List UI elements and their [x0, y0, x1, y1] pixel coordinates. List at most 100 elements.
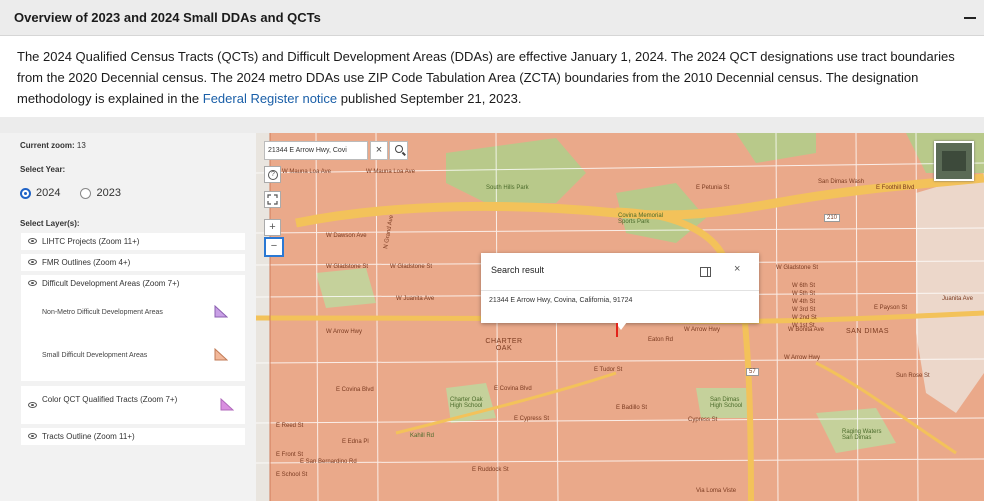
close-icon[interactable]: × [734, 263, 740, 275]
map-label: Kahill Rd [410, 433, 435, 439]
zoom-in-button[interactable]: + [264, 219, 281, 236]
map-label: South Hills Park [486, 185, 529, 191]
layer-qct-label: Color QCT Qualified Tracts (Zoom 7+) [42, 395, 178, 404]
intro-text-end: published September 21, 2023. [340, 91, 522, 106]
basemap-toggle-button[interactable] [934, 141, 974, 181]
separator-band [0, 117, 984, 133]
help-button[interactable]: ? [264, 166, 281, 183]
map-label: W 4th St [792, 299, 816, 305]
popup-title: Search result [491, 265, 545, 275]
map-label: Charter Oak High School [450, 397, 483, 409]
map-label: W Arrow Hwy [784, 355, 820, 361]
map-label: E Ruddock St [472, 467, 509, 473]
map-label: W Mauna Loa Ave [366, 169, 415, 175]
layer-lihtc[interactable]: LIHTC Projects (Zoom 11+) [21, 233, 245, 250]
clear-search-button[interactable]: × [370, 141, 388, 160]
small-dda-swatch [214, 348, 228, 361]
federal-register-link[interactable]: Federal Register notice [203, 91, 337, 106]
nonmetro-dda-swatch [214, 305, 228, 318]
location-pin-icon [616, 323, 618, 337]
highway-shield-210: 210 [824, 214, 841, 222]
select-layers-label: Select Layer(s): [20, 219, 80, 228]
map-label: SAN DIMAS [846, 328, 890, 335]
legend-small-dda-label: Small Difficult Development Areas [42, 352, 148, 359]
map-label: W Dawson Ave [326, 233, 367, 239]
collapse-icon[interactable] [962, 6, 978, 26]
map-label: E Tudor St [594, 367, 623, 373]
eye-icon[interactable] [28, 433, 37, 439]
map-label: E Foothill Blvd [876, 185, 915, 191]
question-icon: ? [268, 170, 278, 180]
map-label: E Badillo St [616, 405, 648, 411]
layer-dda[interactable]: Difficult Development Areas (Zoom 7+) No… [21, 275, 245, 381]
eye-icon[interactable] [28, 280, 37, 286]
intro-paragraph: The 2024 Qualified Census Tracts (QCTs) … [17, 46, 972, 109]
section-header: Overview of 2023 and 2024 Small DDAs and… [0, 0, 984, 36]
map-label: E Payson St [874, 305, 908, 311]
map-label: E School St [276, 472, 308, 478]
map-label: W Mauna Loa Ave [282, 169, 331, 175]
map-label: W 3rd St [792, 307, 816, 313]
year-2024-radio[interactable] [20, 187, 31, 199]
map-label: E Front St [276, 452, 304, 458]
select-year-label: Select Year: [20, 165, 66, 174]
map-label: W Gladstone St [390, 264, 433, 270]
layer-qct[interactable]: Color QCT Qualified Tracts (Zoom 7+) [21, 386, 245, 424]
dock-icon[interactable] [700, 267, 711, 277]
year-radio-group: 2024 2023 [20, 185, 141, 201]
map-label: E Edna Pl [342, 439, 369, 445]
highway-shield-57: 57 [746, 368, 759, 376]
map-label: Juanita Ave [942, 296, 973, 302]
layer-fmr[interactable]: FMR Outlines (Zoom 4+) [21, 254, 245, 271]
fullscreen-button[interactable] [264, 191, 281, 208]
map-label: W Arrow Hwy [684, 327, 720, 333]
current-zoom-label: Current zoom: [20, 141, 75, 150]
layer-control-panel: Current zoom: 13 Select Year: 2024 2023 … [0, 133, 256, 501]
map-label: E Cypress St [514, 416, 550, 422]
address-search-input[interactable]: 21344 E Arrow Hwy, Covi [264, 141, 368, 160]
map-label: Sun Rose St [896, 373, 930, 379]
eye-icon[interactable] [28, 402, 37, 408]
map-view[interactable]: W Mauna Loa Ave W Mauna Loa Ave South Hi… [256, 133, 984, 501]
map-label: E San Bernardino Rd [300, 459, 357, 465]
search-button[interactable] [389, 141, 408, 160]
search-result-popup: Search result × 21344 E Arrow Hwy, Covin… [481, 253, 759, 330]
map-label: E Petunia St [696, 185, 730, 191]
map-label: W Gladstone St [326, 264, 369, 270]
map-label: Raging Waters San Dimas [842, 429, 882, 441]
year-2023-label[interactable]: 2023 [96, 187, 120, 199]
map-label: Covina Memorial Sports Park [618, 213, 664, 225]
map-label: W 5th St [792, 291, 816, 297]
map-label: E Reed St [276, 423, 304, 429]
layer-fmr-label: FMR Outlines (Zoom 4+) [42, 258, 131, 267]
map-label: Via Loma Viste [696, 488, 737, 494]
zoom-out-button[interactable]: − [264, 237, 284, 257]
year-2023-radio[interactable] [80, 187, 92, 199]
map-label: E Covina Blvd [494, 386, 532, 392]
map-label: San Dimas Wash [818, 179, 865, 185]
eye-icon[interactable] [28, 238, 37, 244]
layer-tracts[interactable]: Tracts Outline (Zoom 11+) [21, 428, 245, 445]
current-zoom-value: 13 [76, 141, 86, 150]
year-2024-label[interactable]: 2024 [36, 187, 60, 199]
popup-address: 21344 E Arrow Hwy, Covina, California, 9… [489, 297, 633, 304]
popup-divider [481, 290, 759, 291]
layer-lihtc-label: LIHTC Projects (Zoom 11+) [42, 237, 140, 246]
map-label: Cypress St [688, 417, 718, 423]
map-label: W 1st St [792, 323, 815, 329]
eye-icon[interactable] [28, 259, 37, 265]
layer-dda-label: Difficult Development Areas (Zoom 7+) [42, 279, 180, 288]
map-label: Eaton Rd [648, 337, 674, 343]
map-label: W Juanita Ave [396, 296, 435, 302]
layer-tracts-label: Tracts Outline (Zoom 11+) [42, 432, 135, 441]
map-label: W Arrow Hwy [326, 329, 362, 335]
map-label: W Gladstone St [776, 265, 819, 271]
map-label: W 6th St [792, 283, 816, 289]
qct-swatch [220, 398, 234, 411]
search-icon [395, 145, 403, 153]
map-label: CHARTER OAK [485, 338, 523, 352]
expand-icon [267, 194, 278, 205]
legend-nonmetro-dda-label: Non-Metro Difficult Development Areas [42, 309, 163, 316]
map-label: E Covina Blvd [336, 387, 374, 393]
current-zoom: Current zoom: 13 [20, 141, 86, 150]
